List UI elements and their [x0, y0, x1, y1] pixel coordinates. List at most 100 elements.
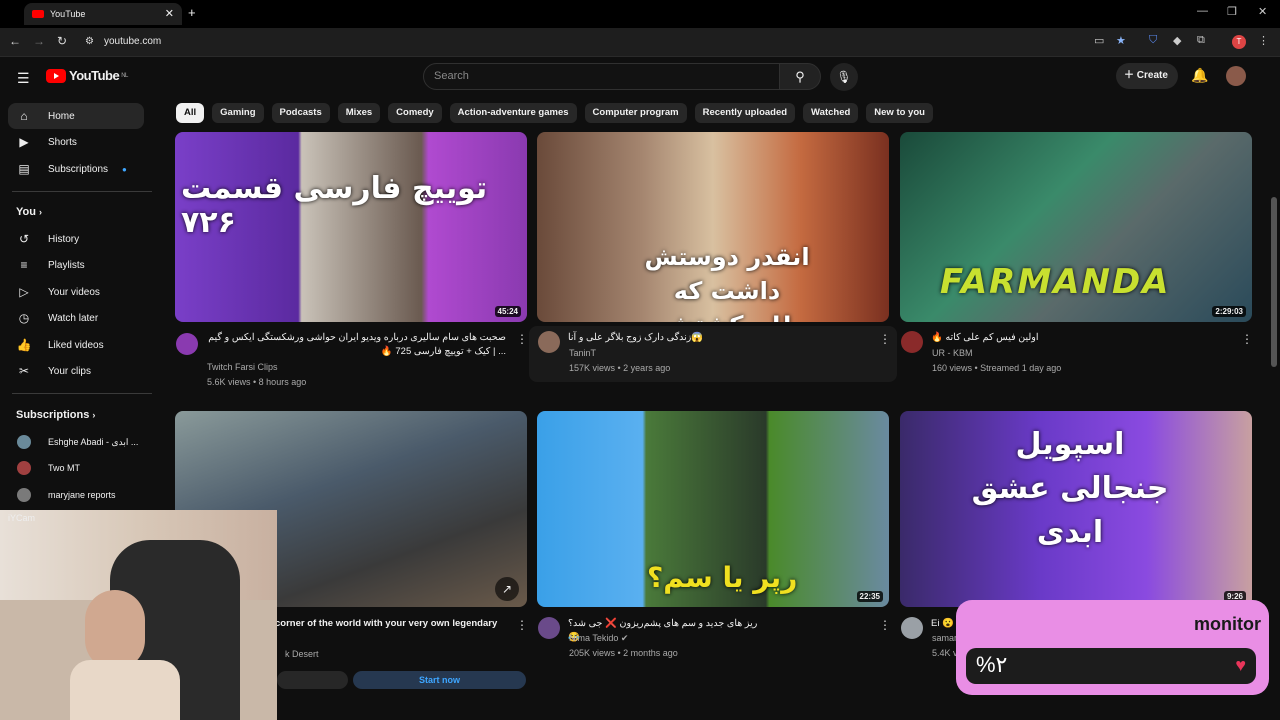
logo-region: NL [121, 72, 128, 79]
more-options-icon[interactable]: ⋮ [516, 332, 528, 346]
ad-advertiser[interactable]: k Desert [285, 649, 319, 659]
sidebar-item-liked-videos[interactable]: 👍 Liked videos [8, 332, 144, 358]
hamburger-menu-icon[interactable]: ☰ [17, 70, 30, 87]
sidebar-item-label: Your clips [48, 365, 91, 377]
your-videos-icon: ▷ [19, 285, 29, 299]
channel-name[interactable]: Nima Tekido ✔ [569, 633, 628, 644]
chip-comedy[interactable]: Comedy [388, 103, 442, 123]
extensions-puzzle-icon[interactable]: ⧉ [1197, 34, 1205, 47]
video-title[interactable]: صحبت های سام سالیری درباره ویدیو ایران ح… [206, 331, 506, 359]
you-heading[interactable]: You › [16, 206, 42, 218]
person-face [85, 590, 145, 670]
search-button[interactable]: ⚲ [779, 63, 821, 90]
sidebar-item-watch-later[interactable]: ◷ Watch later [8, 305, 144, 331]
person-body [70, 660, 180, 720]
external-link-icon[interactable]: ↗ [495, 577, 519, 601]
sidebar-item-playlists[interactable]: ≡ Playlists [8, 252, 144, 278]
chip-all[interactable]: All [176, 103, 205, 123]
close-window-icon[interactable]: ✕ [1258, 5, 1267, 18]
bookmark-star-icon[interactable]: ★ [1116, 34, 1126, 47]
subscription-channel[interactable]: Eshghe Abadi - ابدی ... [8, 429, 144, 455]
video-thumbnail[interactable]: توییچ فارسی قسمت ۷۲۶ 45:24 [175, 132, 527, 322]
install-app-icon[interactable]: ▭ [1094, 34, 1104, 47]
minimize-icon[interactable]: — [1197, 5, 1208, 17]
more-options-icon[interactable]: ⋮ [516, 618, 528, 632]
sidebar-item-home[interactable]: ⌂ Home [8, 103, 144, 129]
thumbnail-text: توییچ فارسی قسمت ۷۲۶ [181, 171, 488, 240]
video-thumbnail[interactable]: انقدر دوستش داشت که کشتش...!! [537, 132, 889, 322]
liked-icon: 👍 [16, 338, 32, 352]
start-now-button[interactable]: Start now [353, 671, 526, 689]
chip-gaming[interactable]: Gaming [212, 103, 264, 123]
sidebar-item-shorts[interactable]: ▶ Shorts [8, 129, 144, 155]
channel-name[interactable]: samar [932, 633, 957, 643]
video-thumbnail[interactable]: رپر یا سم؟ 22:35 [537, 411, 889, 607]
sidebar-item-label: Watch later [48, 312, 99, 324]
more-options-icon[interactable]: ⋮ [879, 618, 891, 632]
channel-name[interactable]: Twitch Farsi Clips [207, 362, 278, 372]
chip-recently-uploaded[interactable]: Recently uploaded [694, 103, 796, 123]
browser-profile-avatar[interactable]: T [1232, 35, 1246, 49]
video-title[interactable]: 😱زندگی دارک زوج بلاگر علی و آنا [568, 331, 708, 345]
sidebar-item-your-clips[interactable]: ✂ Your clips [8, 358, 144, 384]
restore-icon[interactable]: ❐ [1227, 5, 1237, 18]
sidebar-item-your-videos[interactable]: ▷ Your videos [8, 279, 144, 305]
more-options-icon[interactable]: ⋮ [879, 332, 891, 346]
sidebar-item-history[interactable]: ↺ History [8, 226, 144, 252]
create-button[interactable]: ＋ Create [1116, 63, 1178, 89]
more-options-icon[interactable]: ⋮ [1241, 332, 1253, 346]
sidebar-item-label: History [48, 233, 80, 245]
url-field[interactable]: youtube.com [104, 36, 161, 47]
voice-search-button[interactable]: 🎙 [830, 63, 858, 91]
chip-mixes[interactable]: Mixes [337, 103, 381, 123]
ad-secondary-button[interactable] [277, 671, 348, 689]
video-meta: 205K views • 2 months ago [569, 648, 678, 658]
ad-title[interactable]: corner of the world with your very own l… [275, 617, 515, 631]
subscriptions-heading[interactable]: Subscriptions › [16, 409, 95, 421]
search-icon: ⚲ [795, 69, 805, 84]
history-icon: ↺ [18, 232, 30, 246]
sidebar-item-label: Subscriptions [48, 163, 109, 175]
video-meta: 157K views • 2 years ago [569, 363, 671, 373]
search-input[interactable]: Search [423, 63, 780, 90]
subscription-channel[interactable]: Two MT [8, 455, 144, 481]
chip-action-adventure[interactable]: Action-adventure games [449, 103, 577, 123]
subscription-channel[interactable]: maryjane reports [8, 482, 144, 508]
chip-podcasts[interactable]: Podcasts [271, 103, 330, 123]
channel-avatar[interactable] [538, 331, 560, 353]
chip-new-to-you[interactable]: New to you [866, 103, 933, 123]
channel-avatar[interactable] [901, 617, 923, 639]
extension-icon[interactable]: ◆ [1173, 34, 1181, 47]
youtube-header: ☰ YouTube NL Search ⚲ 🎙 ＋ Create 🔔 [0, 57, 1280, 97]
sidebar-divider [12, 393, 152, 394]
tab-youtube[interactable]: YouTube ✕ [24, 3, 182, 25]
video-thumbnail[interactable]: اسپویل جنجالی عشق ابدی 9:26 [900, 411, 1252, 607]
video-title[interactable]: اولین فیس کم علی کاته 🔥 [931, 331, 1051, 345]
channel-name[interactable]: UR - KBM [932, 348, 973, 358]
verified-icon: ✔ [620, 633, 629, 643]
chevron-right-icon: › [92, 410, 96, 420]
channel-avatar[interactable] [901, 331, 923, 353]
back-icon[interactable]: ← [9, 34, 21, 48]
youtube-favicon-icon [32, 10, 44, 18]
account-avatar[interactable] [1226, 66, 1246, 86]
new-tab-button[interactable]: + [188, 5, 196, 20]
notifications-bell-icon[interactable]: 🔔 [1191, 67, 1208, 84]
channel-avatar[interactable] [538, 617, 560, 639]
browser-menu-icon[interactable]: ⋮ [1258, 34, 1269, 47]
page-scrollbar[interactable] [1268, 97, 1280, 687]
youtube-logo[interactable]: YouTube NL [46, 68, 128, 83]
reload-icon[interactable]: ↻ [57, 34, 67, 48]
video-thumbnail[interactable]: FARMANDA 2:29:03 [900, 132, 1252, 322]
scrollbar-thumb[interactable] [1271, 197, 1277, 367]
extension-shield-icon[interactable]: ⛉ [1149, 34, 1157, 47]
chip-watched[interactable]: Watched [803, 103, 859, 123]
microphone-icon: 🎙 [836, 70, 852, 84]
forward-icon[interactable]: → [33, 34, 45, 48]
site-info-icon[interactable]: ⚙ [85, 36, 94, 47]
close-tab-icon[interactable]: ✕ [165, 7, 174, 20]
sidebar-item-subscriptions[interactable]: ▤ Subscriptions ● [8, 156, 144, 182]
channel-avatar[interactable] [176, 333, 198, 355]
chip-computer-program[interactable]: Computer program [584, 103, 687, 123]
channel-name[interactable]: TaninT [569, 348, 596, 358]
